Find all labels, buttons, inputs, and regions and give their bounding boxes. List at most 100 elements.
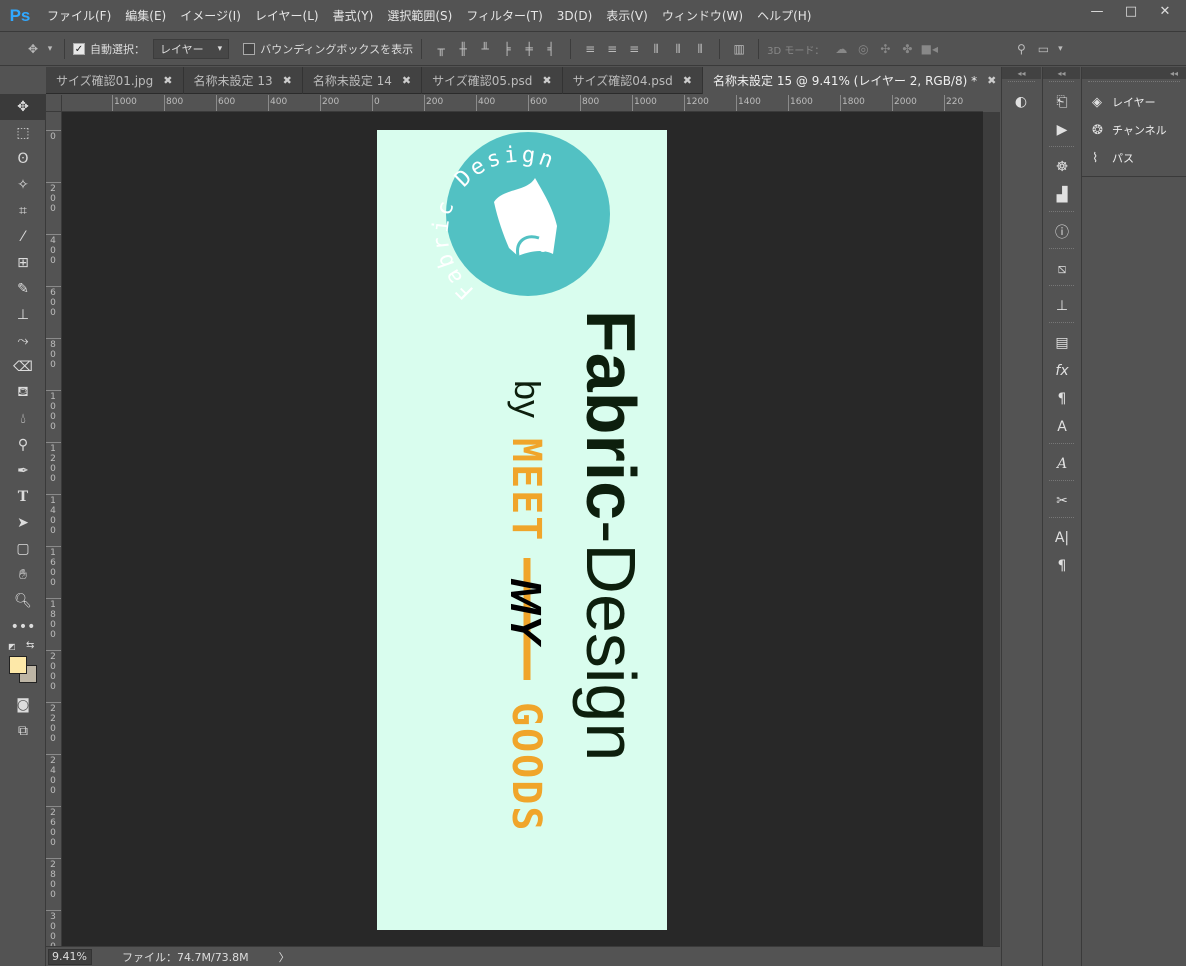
hand-tool-icon[interactable]: ✋︎ bbox=[0, 562, 46, 588]
close-button[interactable]: ✕ bbox=[1148, 0, 1182, 22]
3d-slide-icon[interactable]: ✤ bbox=[896, 39, 918, 59]
status-menu-arrow[interactable]: 〉 bbox=[279, 949, 290, 965]
adjustments-icon[interactable]: ◐ bbox=[1002, 88, 1040, 116]
chevron-down-icon[interactable]: ▾ bbox=[1054, 39, 1066, 59]
distribute-top-icon[interactable]: ≡ bbox=[579, 39, 601, 59]
ruler-corner[interactable] bbox=[46, 95, 62, 112]
panel-channels[interactable]: ❂ チャンネル bbox=[1082, 116, 1186, 144]
tab-document-2[interactable]: 名称未設定 13 ✖ bbox=[184, 67, 303, 94]
eyedropper-tool-icon[interactable]: ⁄ bbox=[0, 224, 46, 250]
dodge-tool-icon[interactable]: ⚲ bbox=[0, 432, 46, 458]
panel-grip[interactable] bbox=[1049, 248, 1074, 253]
history-brush-tool-icon[interactable]: ⤳ bbox=[0, 328, 46, 354]
tool-presets-icon[interactable]: ✂ bbox=[1043, 487, 1081, 515]
zoom-level-field[interactable]: 9.41% bbox=[48, 948, 92, 965]
panel-grip[interactable] bbox=[1049, 322, 1074, 327]
panel-grip[interactable] bbox=[1049, 443, 1074, 448]
collapse-arrows-icon[interactable]: ◂◂ bbox=[1002, 67, 1041, 79]
shape-tool-icon[interactable]: ▢ bbox=[0, 536, 46, 562]
healing-brush-tool-icon[interactable]: ⊞ bbox=[0, 250, 46, 276]
move-tool-icon[interactable]: ✥ bbox=[22, 39, 44, 59]
panel-grip[interactable] bbox=[1008, 81, 1035, 86]
panel-grip[interactable] bbox=[1049, 81, 1074, 86]
paragraph-styles-icon[interactable]: ¶ bbox=[1043, 385, 1081, 413]
tab-document-3[interactable]: 名称未設定 14 ✖ bbox=[303, 67, 423, 94]
quick-mask-icon[interactable]: ◙ bbox=[0, 692, 46, 718]
align-vcenter-icon[interactable]: ╫ bbox=[452, 39, 474, 59]
magic-wand-tool-icon[interactable]: ✧ bbox=[0, 172, 46, 198]
type-tool-icon[interactable]: T bbox=[0, 484, 46, 510]
panel-paths[interactable]: ⌇ パス bbox=[1082, 144, 1186, 172]
eraser-tool-icon[interactable]: ⌫ bbox=[0, 354, 46, 380]
collapse-arrows-icon[interactable]: ◂◂ bbox=[1082, 67, 1186, 79]
3d-roll-icon[interactable]: ◎ bbox=[852, 39, 874, 59]
paint-bucket-tool-icon[interactable]: ⛾ bbox=[0, 380, 46, 406]
auto-select-checkbox[interactable]: ✓ bbox=[73, 43, 85, 55]
stamp-tool-icon[interactable]: ⊥ bbox=[0, 302, 46, 328]
pen-tool-icon[interactable]: ✒ bbox=[0, 458, 46, 484]
align-bottom-icon[interactable]: ╨ bbox=[474, 39, 496, 59]
vertical-ruler[interactable]: 0 2 0 0 4 0 0 6 0 0 8 0 0 1 0 0 0 1 2 0 0 1 4 0… bbox=[46, 112, 62, 946]
path-selection-tool-icon[interactable]: ➤ bbox=[0, 510, 46, 536]
lasso-tool-icon[interactable]: ʘ bbox=[0, 146, 46, 172]
navigator-icon[interactable]: ☸ bbox=[1043, 153, 1081, 181]
document-artwork[interactable]: Fabric Design Fabric-Design by MEET MY G… bbox=[377, 130, 667, 930]
align-left-icon[interactable]: ╞ bbox=[496, 39, 518, 59]
menu-window[interactable]: ウィンドウ(W) bbox=[655, 0, 750, 32]
maximize-button[interactable]: □ bbox=[1114, 0, 1148, 22]
panel-grip[interactable] bbox=[1049, 211, 1074, 216]
auto-select-target-dropdown[interactable]: レイヤー ▾ bbox=[153, 39, 230, 59]
default-colors-icon[interactable]: ◩ bbox=[8, 642, 16, 651]
foreground-color-swatch[interactable] bbox=[9, 656, 27, 674]
panel-layers[interactable]: ◈ レイヤー bbox=[1082, 88, 1186, 116]
screen-mode-icon[interactable]: ⧉ bbox=[0, 718, 46, 744]
menu-file[interactable]: ファイル(F) bbox=[40, 0, 118, 32]
tab-document-5[interactable]: サイズ確認04.psd ✖ bbox=[563, 67, 704, 94]
menu-layer[interactable]: レイヤー(L) bbox=[248, 0, 326, 32]
crop-tool-icon[interactable]: ⌗ bbox=[0, 198, 46, 224]
properties-icon[interactable]: ▤ bbox=[1043, 329, 1081, 357]
tab-document-active[interactable]: 名称未設定 15 @ 9.41% (レイヤー 2, RGB/8) * ✖ bbox=[703, 67, 1008, 94]
tab-document-1[interactable]: サイズ確認01.jpg ✖ bbox=[46, 67, 184, 94]
distribute-left-icon[interactable]: ⫴ bbox=[645, 39, 667, 59]
swap-colors-icon[interactable]: ⇆ bbox=[26, 640, 34, 651]
distribute-vcenter-icon[interactable]: ≡ bbox=[601, 39, 623, 59]
marquee-tool-icon[interactable]: ⬚ bbox=[0, 120, 46, 146]
close-icon[interactable]: ✖ bbox=[542, 74, 551, 87]
paragraph-icon[interactable]: ¶ bbox=[1043, 552, 1081, 580]
actions-play-icon[interactable]: ▶ bbox=[1043, 116, 1081, 144]
panel-grip[interactable] bbox=[1049, 285, 1074, 290]
menu-help[interactable]: ヘルプ(H) bbox=[750, 0, 818, 32]
align-top-icon[interactable]: ╥ bbox=[430, 39, 452, 59]
close-icon[interactable]: ✖ bbox=[163, 74, 172, 87]
auto-align-icon[interactable]: ▥ bbox=[728, 39, 750, 59]
menu-filter[interactable]: フィルター(T) bbox=[459, 0, 549, 32]
more-tools-icon[interactable]: ••• bbox=[0, 614, 46, 640]
minimize-button[interactable]: — bbox=[1080, 0, 1114, 22]
tab-document-4[interactable]: サイズ確認05.psd ✖ bbox=[422, 67, 563, 94]
menu-edit[interactable]: 編集(E) bbox=[118, 0, 173, 32]
panel-grip[interactable] bbox=[1049, 517, 1074, 522]
character-styles-icon[interactable]: A bbox=[1043, 413, 1081, 441]
styles-fx-icon[interactable]: fx bbox=[1043, 357, 1081, 385]
menu-3d[interactable]: 3D(D) bbox=[550, 0, 599, 32]
3d-pan-icon[interactable]: ✣ bbox=[874, 39, 896, 59]
align-right-icon[interactable]: ╡ bbox=[540, 39, 562, 59]
libraries-icon[interactable]: ⧅ bbox=[1043, 255, 1081, 283]
chevron-down-icon[interactable]: ▾ bbox=[44, 39, 56, 59]
menu-select[interactable]: 選択範囲(S) bbox=[380, 0, 459, 32]
canvas-area[interactable]: Fabric Design Fabric-Design by MEET MY G… bbox=[62, 112, 983, 946]
search-icon[interactable]: ⚲ bbox=[1010, 39, 1032, 59]
history-icon[interactable]: ⎗ bbox=[1043, 88, 1081, 116]
menu-view[interactable]: 表示(V) bbox=[599, 0, 655, 32]
distribute-hcenter-icon[interactable]: ⫴ bbox=[667, 39, 689, 59]
close-icon[interactable]: ✖ bbox=[402, 74, 411, 87]
menu-type[interactable]: 書式(Y) bbox=[326, 0, 381, 32]
bounding-box-checkbox[interactable] bbox=[243, 43, 256, 55]
glyphs-icon[interactable]: A bbox=[1043, 450, 1081, 478]
move-tool-icon[interactable]: ✥ bbox=[0, 94, 46, 120]
panel-grip[interactable] bbox=[1049, 146, 1074, 151]
close-icon[interactable]: ✖ bbox=[987, 74, 996, 87]
3d-scale-icon[interactable]: ■◂ bbox=[918, 39, 940, 59]
vertical-scrollbar[interactable] bbox=[983, 112, 1000, 946]
